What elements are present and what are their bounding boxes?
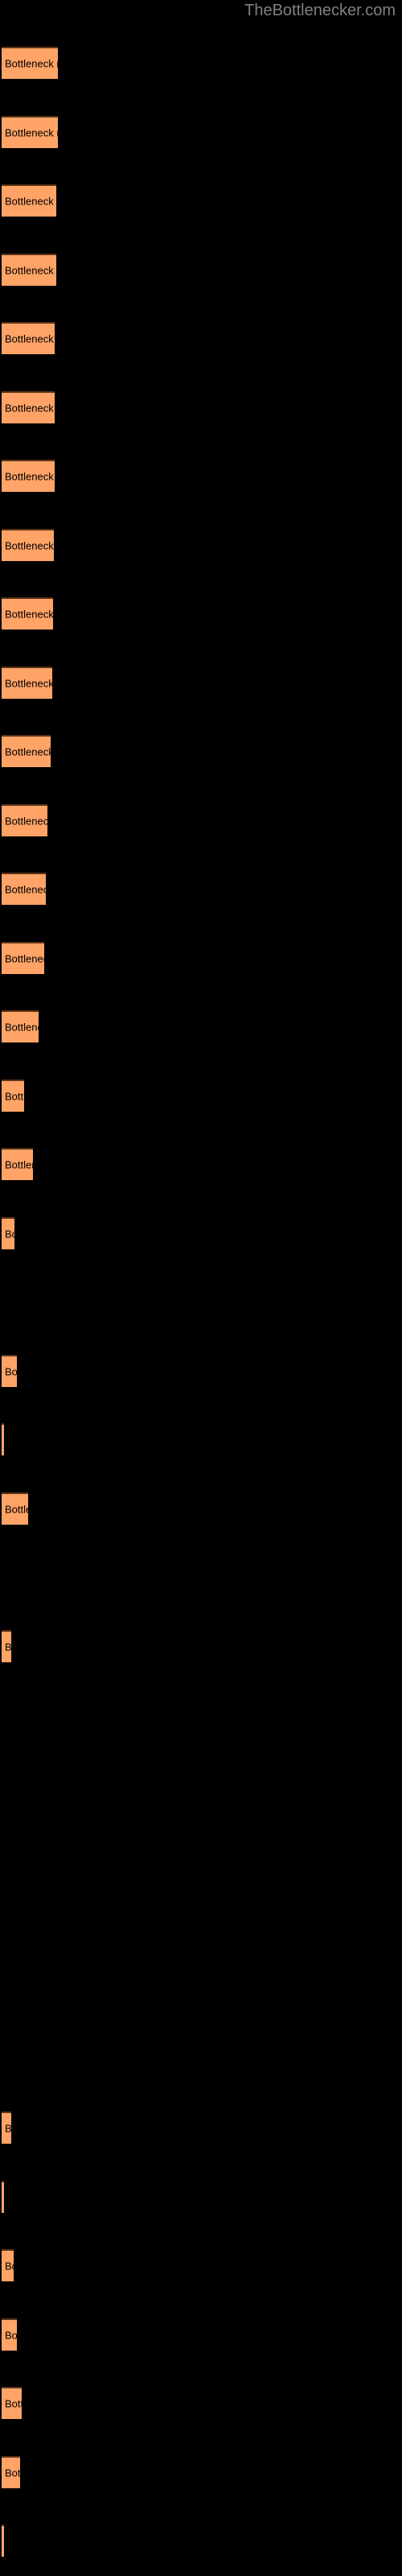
bar-label: Bottleneck result bbox=[5, 883, 46, 896]
bar-row: Bottleneck result bbox=[0, 2112, 402, 2144]
bar-row: Bottleneck result bbox=[0, 1010, 402, 1042]
bar-row: Bottleneck result bbox=[0, 115, 402, 148]
bar[interactable]: Bottleneck result bbox=[2, 2180, 4, 2213]
bar[interactable]: Bottleneck result bbox=[2, 2455, 20, 2488]
bar[interactable]: Bottleneck result bbox=[2, 666, 52, 699]
bar-label: Bottleneck result bbox=[5, 1158, 33, 1171]
bar[interactable]: Bottleneck result bbox=[2, 735, 51, 767]
bar-label: Bottleneck result bbox=[5, 2467, 20, 2479]
bar[interactable]: Bottleneck result bbox=[2, 47, 58, 79]
bar-label: Bottleneck result bbox=[5, 1090, 24, 1102]
bar-row: Bottleneck result bbox=[0, 2318, 402, 2351]
bar-row: Bottleneck result bbox=[0, 2043, 402, 2075]
bar-label: Bottleneck result bbox=[5, 1228, 14, 1240]
bar-label: Bottleneck result bbox=[5, 1021, 39, 1034]
bar-label: Bottleneck result bbox=[5, 332, 55, 345]
bar-row: Bottleneck result bbox=[0, 460, 402, 492]
bar[interactable]: Bottleneck result bbox=[2, 597, 53, 630]
bar-row: Bottleneck result bbox=[0, 390, 402, 423]
bar-label: Bottleneck result bbox=[5, 2260, 14, 2273]
bar[interactable]: Bottleneck result bbox=[2, 941, 44, 974]
bar-row: Bottleneck result bbox=[0, 1423, 402, 1455]
bar-label: Bottleneck result bbox=[5, 2122, 11, 2135]
bar[interactable]: Bottleneck result bbox=[2, 2112, 11, 2144]
bar-row: Bottleneck result bbox=[0, 253, 402, 286]
bar-label: Bottleneck result bbox=[5, 126, 58, 138]
bar-label: Bottleneck result bbox=[5, 1365, 17, 1377]
bar-row: Bottleneck result bbox=[0, 1561, 402, 1593]
bar-label: Bottleneck result bbox=[5, 608, 53, 621]
bar-row: Bottleneck result bbox=[0, 1974, 402, 2006]
bar[interactable]: Bottleneck result bbox=[2, 873, 46, 905]
bar-row: Bottleneck result bbox=[0, 1079, 402, 1112]
bar-label: Bottleneck result bbox=[5, 2397, 22, 2410]
bar[interactable]: Bottleneck result bbox=[2, 2318, 17, 2351]
bar-row: Bottleneck result bbox=[0, 941, 402, 974]
bar-row: Bottleneck result bbox=[0, 597, 402, 630]
bar-row: Bottleneck result bbox=[0, 1286, 402, 1318]
bar-row: Bottleneck result bbox=[0, 2387, 402, 2419]
bar[interactable]: Bottleneck result bbox=[2, 1354, 17, 1387]
bar-row: Bottleneck result bbox=[0, 184, 402, 217]
bar-row: Bottleneck result bbox=[0, 528, 402, 561]
bar-label: Bottleneck result bbox=[5, 402, 55, 414]
chart-root: TheBottlenecker.com Bottleneck resultBot… bbox=[0, 0, 402, 2576]
bar[interactable]: Bottleneck result bbox=[2, 390, 55, 423]
bar[interactable]: Bottleneck result bbox=[2, 184, 56, 217]
bar-row: Bottleneck result bbox=[0, 666, 402, 699]
bar-row: Bottleneck result bbox=[0, 1836, 402, 1868]
bar-row: Bottleneck result bbox=[0, 1699, 402, 1731]
bar-label: Bottleneck result bbox=[5, 57, 58, 70]
bar-row: Bottleneck result bbox=[0, 1629, 402, 1662]
bar-label: Bottleneck result bbox=[5, 677, 52, 689]
bar-label: Bottleneck result bbox=[5, 264, 56, 276]
bar-row: Bottleneck result bbox=[0, 2524, 402, 2557]
bar[interactable]: Bottleneck result bbox=[2, 1216, 14, 1249]
bar-row: Bottleneck result bbox=[0, 1148, 402, 1180]
bar-label: Bottleneck result bbox=[5, 952, 44, 964]
bar-row: Bottleneck result bbox=[0, 873, 402, 905]
bar-label: Bottleneck result bbox=[5, 1503, 28, 1515]
bar-row: Bottleneck result bbox=[0, 803, 402, 836]
bar-row: Bottleneck result bbox=[0, 1354, 402, 1387]
bar[interactable]: Bottleneck result bbox=[2, 2387, 22, 2419]
bar-row: Bottleneck result bbox=[0, 1216, 402, 1249]
bar[interactable]: Bottleneck result bbox=[2, 2524, 4, 2557]
bar[interactable]: Bottleneck result bbox=[2, 460, 55, 492]
bar-label: Bottleneck result bbox=[5, 815, 47, 827]
bar[interactable]: Bottleneck result bbox=[2, 2249, 14, 2281]
bar[interactable]: Bottleneck result bbox=[2, 1079, 24, 1112]
bar[interactable]: Bottleneck result bbox=[2, 115, 58, 148]
bar[interactable]: Bottleneck result bbox=[2, 1423, 4, 1455]
bar-label: Bottleneck result bbox=[5, 1641, 11, 1653]
bar-label: Bottleneck result bbox=[5, 470, 55, 483]
bar[interactable]: Bottleneck result bbox=[2, 1148, 33, 1180]
bar-label: Bottleneck result bbox=[5, 539, 54, 551]
bar[interactable]: Bottleneck result bbox=[2, 322, 55, 354]
bar-row: Bottleneck result bbox=[0, 1492, 402, 1525]
bar-row: Bottleneck result bbox=[0, 735, 402, 767]
bar[interactable]: Bottleneck result bbox=[2, 528, 54, 561]
bar[interactable]: Bottleneck result bbox=[2, 253, 56, 286]
bar-row: Bottleneck result bbox=[0, 2180, 402, 2213]
bar-row: Bottleneck result bbox=[0, 322, 402, 354]
bar[interactable]: Bottleneck result bbox=[2, 803, 47, 836]
bar-row: Bottleneck result bbox=[0, 2249, 402, 2281]
bar[interactable]: Bottleneck result bbox=[2, 1629, 11, 1662]
bar-row: Bottleneck result bbox=[0, 2455, 402, 2488]
bar-row: Bottleneck result bbox=[0, 47, 402, 79]
bar-label: Bottleneck result bbox=[5, 195, 56, 208]
bar[interactable]: Bottleneck result bbox=[2, 1010, 39, 1042]
bar-chart-plot-area: Bottleneck result Bottleneck result Bottle… bbox=[0, 0, 402, 2576]
bar-row: Bottleneck result bbox=[0, 1768, 402, 1800]
bar-label: Bottleneck result bbox=[5, 745, 51, 758]
bar-label: Bottleneck result bbox=[5, 2329, 17, 2341]
bar-row: Bottleneck result bbox=[0, 1905, 402, 1938]
bar[interactable]: Bottleneck result bbox=[2, 1492, 28, 1525]
